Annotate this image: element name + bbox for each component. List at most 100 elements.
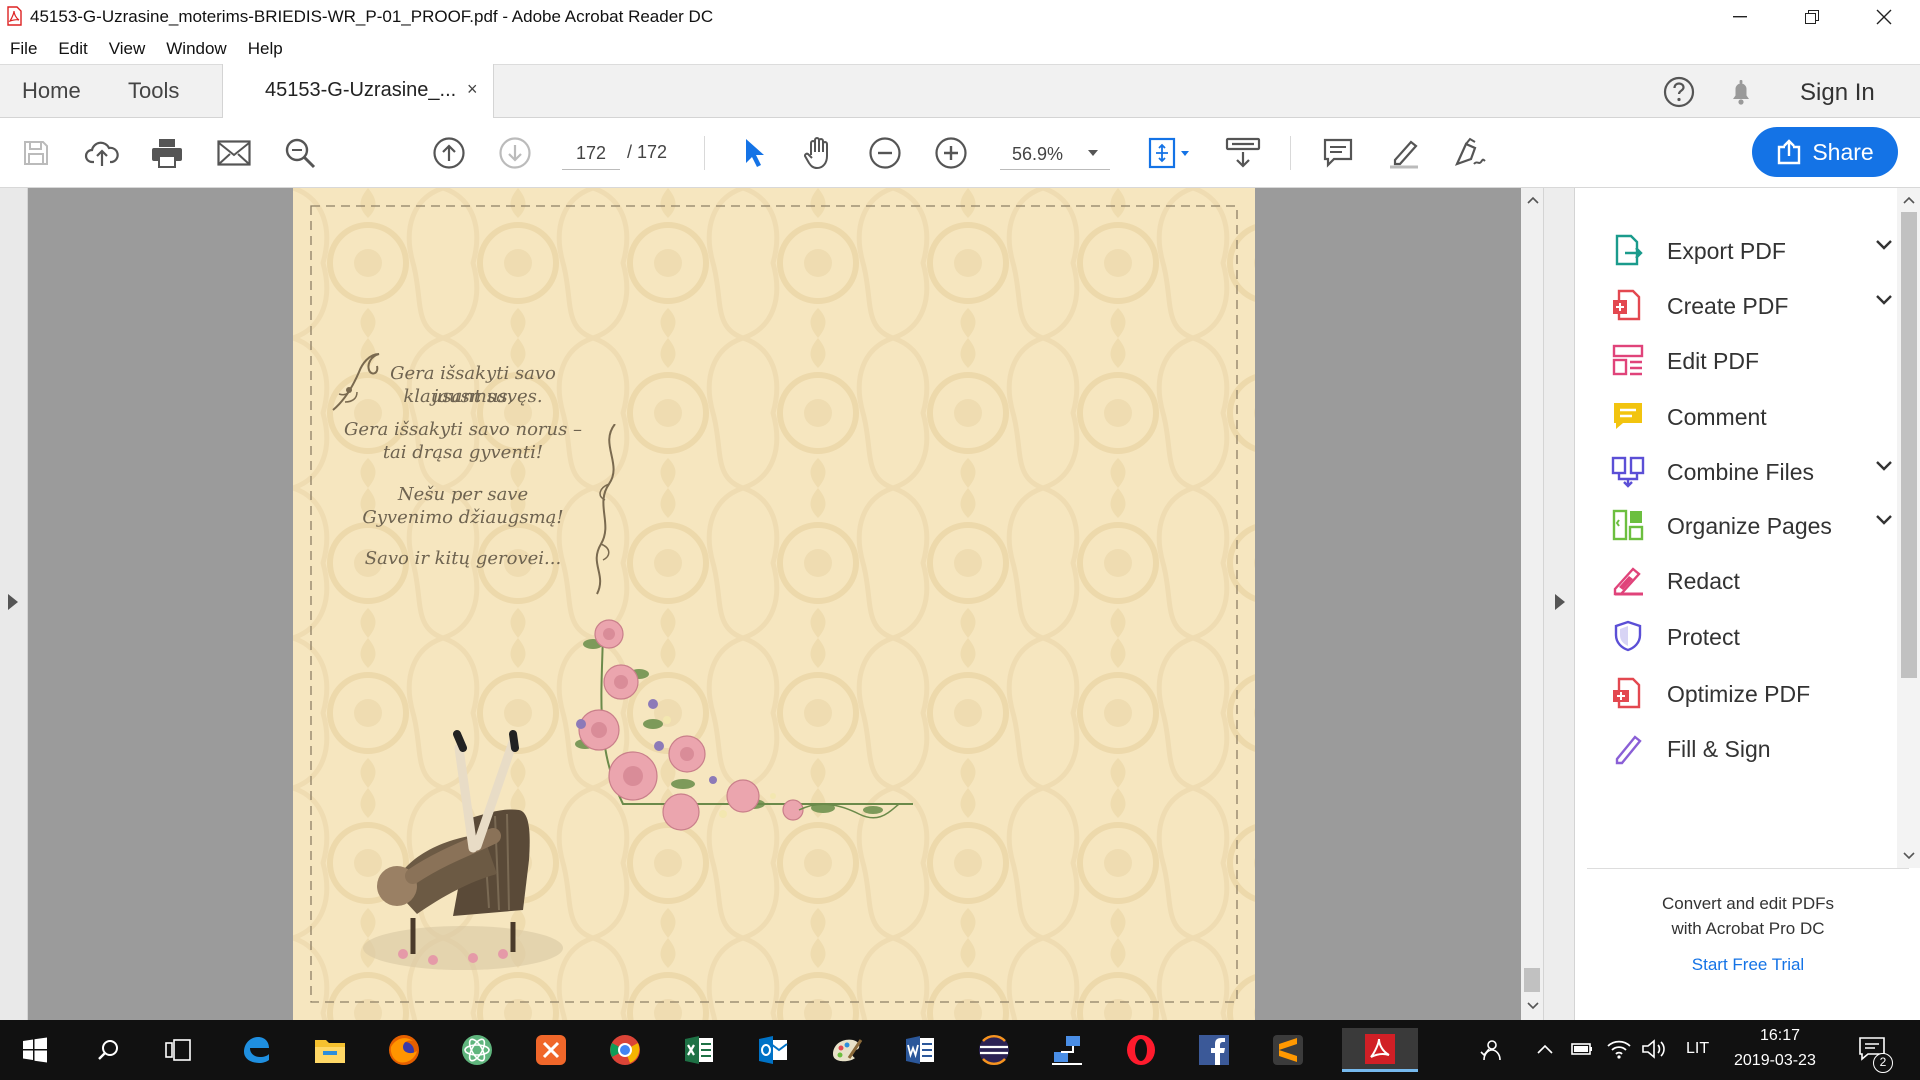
tool-label: Create PDF <box>1667 293 1789 319</box>
acrobat-taskbar-icon[interactable] <box>1342 1028 1418 1072</box>
atom-editor-icon[interactable] <box>447 1028 507 1072</box>
save-icon[interactable] <box>18 135 54 171</box>
chrome-icon[interactable] <box>595 1028 655 1072</box>
file-explorer-icon[interactable] <box>300 1028 360 1072</box>
firefox-icon[interactable] <box>374 1028 434 1072</box>
outlook-icon[interactable] <box>743 1028 803 1072</box>
tool-organize-pages[interactable]: Organize Pages <box>1611 500 1893 550</box>
wifi-icon[interactable] <box>1606 1038 1632 1060</box>
menu-help[interactable]: Help <box>248 39 283 59</box>
opera-icon[interactable] <box>1111 1028 1171 1072</box>
taskbar-search-icon[interactable] <box>78 1028 138 1072</box>
hand-tool-icon[interactable] <box>801 135 837 171</box>
tab-tools[interactable]: Tools <box>128 78 179 104</box>
menu-window[interactable]: Window <box>166 39 226 59</box>
windows-taskbar: LIT 16:17 2019-03-23 2 <box>0 1020 1920 1080</box>
menu-file[interactable]: File <box>10 39 37 59</box>
print-icon[interactable] <box>149 135 185 171</box>
scroll-down-icon[interactable] <box>1527 1002 1539 1010</box>
upload-cloud-icon[interactable] <box>84 135 120 171</box>
tool-edit-pdf[interactable]: Edit PDF <box>1611 335 1891 385</box>
start-button[interactable] <box>5 1028 65 1072</box>
tray-chevron-up-icon[interactable] <box>1537 1044 1553 1054</box>
page-number-input[interactable]: 172 <box>562 138 620 170</box>
tool-label: Comment <box>1667 404 1767 430</box>
chevron-down-icon[interactable] <box>1875 294 1893 306</box>
excel-icon[interactable] <box>669 1028 729 1072</box>
tool-protect[interactable]: Protect <box>1611 611 1891 661</box>
task-view-icon[interactable] <box>148 1028 208 1072</box>
input-language[interactable]: LIT <box>1686 1040 1709 1058</box>
zoom-in-icon[interactable] <box>933 135 969 171</box>
scroll-down-icon[interactable] <box>1903 852 1915 860</box>
tool-optimize-pdf[interactable]: Optimize PDF <box>1611 668 1891 718</box>
comment-tool-icon[interactable] <box>1320 135 1356 171</box>
document-viewer[interactable]: Gera išsakyti savo jausmus, klausant sav… <box>28 188 1521 1020</box>
tool-export-pdf[interactable]: Export PDF <box>1611 225 1893 275</box>
email-icon[interactable] <box>216 135 252 171</box>
scroll-thumb[interactable] <box>1901 212 1917 678</box>
people-icon[interactable] <box>1478 1038 1502 1062</box>
share-button[interactable]: Share <box>1752 127 1898 177</box>
network-tool-icon[interactable] <box>1037 1028 1097 1072</box>
tab-bar: Home Tools 45153-G-Uzrasine_... × Sign I… <box>0 64 1920 119</box>
protect-icon <box>1611 619 1645 653</box>
previous-page-icon[interactable] <box>431 135 467 171</box>
help-icon[interactable] <box>1662 75 1696 109</box>
menu-bar: File Edit View Window Help <box>0 34 1920 64</box>
volume-icon[interactable] <box>1641 1038 1667 1060</box>
scroll-up-icon[interactable] <box>1903 196 1915 204</box>
chevron-down-icon[interactable] <box>1875 514 1893 526</box>
minimize-button[interactable] <box>1712 0 1768 34</box>
expand-left-pane-icon[interactable] <box>8 594 18 610</box>
chevron-down-icon[interactable] <box>1875 460 1893 472</box>
sign-in-link[interactable]: Sign In <box>1800 79 1875 107</box>
tool-comment[interactable]: Comment <box>1611 391 1891 441</box>
fill-sign-tool-icon[interactable] <box>1452 135 1488 171</box>
tab-home[interactable]: Home <box>22 78 81 104</box>
scroll-mode-icon[interactable] <box>1224 135 1262 171</box>
restore-button[interactable] <box>1784 0 1840 34</box>
close-window-button[interactable] <box>1856 0 1912 34</box>
clock-time[interactable]: 16:17 <box>1760 1027 1800 1045</box>
paint-icon[interactable] <box>816 1028 876 1072</box>
tool-combine-files[interactable]: Combine Files <box>1611 446 1893 496</box>
poem-line-7: Savo ir kitų gerovei... <box>364 548 562 569</box>
tool-create-pdf[interactable]: Create PDF <box>1611 280 1893 330</box>
tool-redact[interactable]: Redact <box>1611 555 1891 605</box>
tool-fill-sign[interactable]: Fill & Sign <box>1611 723 1891 773</box>
git-client-icon[interactable] <box>521 1028 581 1072</box>
document-scrollbar[interactable] <box>1521 188 1543 1020</box>
page-display-icon[interactable] <box>1144 135 1194 171</box>
eclipse-icon[interactable] <box>964 1028 1024 1072</box>
menu-edit[interactable]: Edit <box>58 39 87 59</box>
notifications-bell-icon[interactable] <box>1724 75 1758 109</box>
zoom-out-icon[interactable] <box>867 135 903 171</box>
tab-document[interactable]: 45153-G-Uzrasine_... × <box>222 64 494 119</box>
collapse-right-pane-icon[interactable] <box>1555 594 1565 610</box>
next-page-icon[interactable] <box>497 135 533 171</box>
acrobat-app-icon <box>6 6 22 26</box>
close-tab-button[interactable]: × <box>467 79 478 100</box>
zoom-value: 56.9% <box>1012 144 1064 164</box>
clock-date[interactable]: 2019-03-23 <box>1734 1052 1816 1070</box>
tool-label: Combine Files <box>1667 459 1814 485</box>
facebook-icon[interactable] <box>1184 1028 1244 1072</box>
edge-browser-icon[interactable] <box>226 1028 286 1072</box>
pdf-page: Gera išsakyti savo jausmus, klausant sav… <box>293 188 1255 1020</box>
menu-view[interactable]: View <box>109 39 146 59</box>
zoom-select[interactable]: 56.9% <box>1000 138 1110 170</box>
select-cursor-icon[interactable] <box>735 135 771 171</box>
export-pdf-icon <box>1611 233 1645 267</box>
scroll-up-icon[interactable] <box>1527 196 1539 204</box>
tools-pane: Export PDF Create PDF Edit PDF Comment C… <box>1574 188 1920 1020</box>
word-icon[interactable] <box>890 1028 950 1072</box>
chevron-down-icon[interactable] <box>1875 239 1893 251</box>
highlight-pen-icon[interactable] <box>1386 135 1422 171</box>
find-search-icon[interactable] <box>282 135 318 171</box>
start-free-trial-link[interactable]: Start Free Trial <box>1587 955 1909 975</box>
tools-pane-scrollbar[interactable] <box>1897 188 1920 868</box>
scroll-thumb[interactable] <box>1524 968 1540 992</box>
battery-icon[interactable] <box>1570 1040 1594 1058</box>
sublime-text-icon[interactable] <box>1258 1028 1318 1072</box>
